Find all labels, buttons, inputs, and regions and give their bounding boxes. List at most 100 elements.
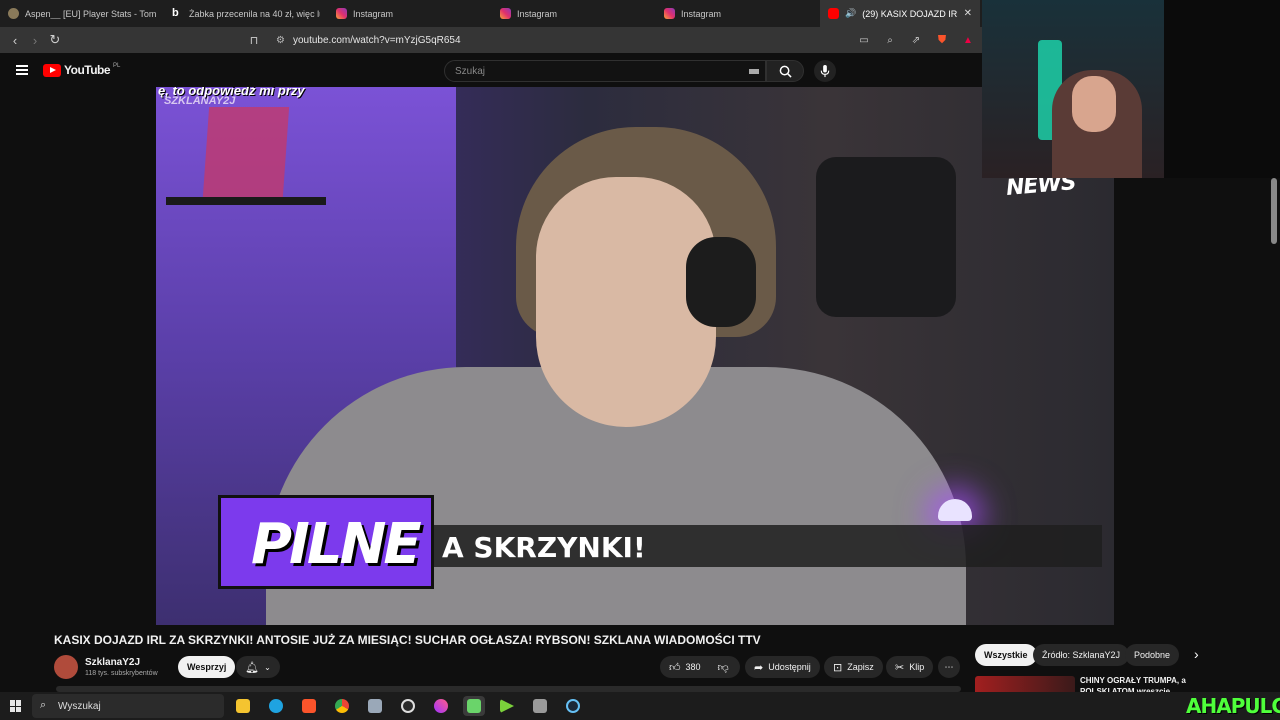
dislike-button[interactable]: 👎︎ — [718, 661, 729, 674]
share-button[interactable]: ➦ Udostępnij — [745, 656, 820, 678]
chevron-right-icon[interactable]: › — [1194, 646, 1199, 662]
tab-tomato[interactable]: Aspen__ [EU] Player Stats - Tomato.gg — [0, 0, 164, 27]
video-player[interactable]: ę, to odpowiedź mi przy SZKLANAY2J NEWS … — [156, 87, 1114, 625]
app-folder-icon[interactable] — [364, 696, 386, 716]
more-icon: ⋯ — [944, 661, 954, 672]
tab-label: Instagram — [353, 8, 394, 19]
youtube-play-icon — [43, 63, 61, 77]
close-tab-icon[interactable]: ✕ — [964, 8, 972, 19]
save-icon: ⊡ — [833, 661, 843, 674]
news-ticker: A SKRZYNKI! — [434, 525, 1102, 567]
speaker-icon[interactable]: 🔊 — [845, 8, 856, 19]
scissors-icon: ✂ — [895, 661, 905, 674]
right-dark-area — [1164, 0, 1280, 178]
tank-game-icon[interactable] — [529, 696, 551, 716]
bookmark-icon[interactable]: ⊓ — [244, 30, 264, 50]
search-button[interactable] — [766, 60, 804, 82]
b-icon: b — [172, 7, 179, 19]
save-label: Zapisz — [847, 662, 874, 672]
brave-icon[interactable] — [298, 696, 320, 716]
forward-icon[interactable]: › — [25, 30, 45, 50]
tab-zabka[interactable]: b Żabka przecenila na 40 zł, więc ludzie — [164, 0, 328, 27]
taskbar-search-label: Wyszukaj — [58, 700, 101, 712]
browser-nav-bar: ‹ › ↻ ⊓ ⚙ youtube.com/watch?v=mYzjG5qR65… — [0, 27, 982, 53]
channel-info: SzklanaY2J 118 tys. subskrybentów — [85, 657, 158, 677]
pilne-text: PILNE — [251, 512, 422, 577]
page-scrollbar[interactable] — [1271, 178, 1277, 244]
clip-button[interactable]: ✂ Klip — [886, 656, 934, 678]
reload-icon[interactable]: ↻ — [45, 30, 65, 50]
video-title: KASIX DOJAZD IRL ZA SKRZYNKI! ANTOSIE JU… — [54, 633, 761, 647]
pilne-badge: PILNE — [218, 495, 434, 589]
region-label: PL — [113, 63, 121, 69]
obs-icon[interactable] — [397, 696, 419, 716]
filter-label: Wszystkie — [984, 650, 1028, 660]
messenger-icon[interactable] — [430, 696, 452, 716]
back-icon[interactable]: ‹ — [5, 30, 25, 50]
video-lamp — [938, 499, 972, 521]
brave-shield-icon[interactable]: ⛊ — [932, 30, 952, 50]
file-explorer-icon[interactable] — [232, 696, 254, 716]
rewards-icon[interactable]: ▲ — [958, 30, 978, 50]
edge-icon[interactable] — [265, 696, 287, 716]
zoom-icon[interactable]: ⌕ — [880, 30, 900, 50]
instagram-icon — [664, 8, 675, 19]
video-watermark: SZKLANAY2J — [164, 95, 236, 107]
like-button[interactable]: 👍︎ 380 — [669, 661, 701, 674]
bell-icon: 🔔︎ — [245, 661, 260, 674]
chrome-icon[interactable] — [331, 696, 353, 716]
support-label: Wesprzyj — [187, 662, 227, 672]
support-button[interactable]: Wesprzyj — [178, 656, 236, 678]
search-icon — [779, 65, 792, 78]
channel-avatar[interactable] — [54, 655, 78, 679]
filter-label: Źródło: SzklanaY2J — [1042, 650, 1121, 660]
chevron-down-icon: ⌄ — [264, 662, 271, 672]
tab-instagram-2[interactable]: Instagram — [492, 0, 656, 27]
windows-start-icon[interactable] — [10, 700, 22, 712]
steam-icon[interactable] — [562, 696, 584, 716]
save-button[interactable]: ⊡ Zapisz — [824, 656, 883, 678]
youtube-logo[interactable]: YouTube PL — [43, 63, 120, 77]
tab-label: Aspen__ [EU] Player Stats - Tomato.gg — [25, 8, 156, 19]
hamburger-menu-icon[interactable] — [16, 65, 28, 75]
webcam-face — [1072, 76, 1116, 132]
instagram-icon — [500, 8, 511, 19]
keyboard-icon[interactable] — [749, 69, 759, 74]
notification-bell-button[interactable]: 🔔︎ ⌄ — [236, 656, 280, 678]
share-icon[interactable]: ⇗ — [906, 30, 926, 50]
youtube-icon — [828, 8, 839, 19]
instagram-icon — [336, 8, 347, 19]
filter-all[interactable]: Wszystkie — [975, 644, 1037, 666]
thumbs-down-icon: 👎︎ — [717, 661, 729, 674]
tab-label: Instagram — [681, 8, 722, 19]
photos-icon[interactable] — [463, 696, 485, 716]
tab-youtube-active[interactable]: 🔊 (29) KASIX DOJAZD IRL ZA SKRZYNKI ✕ — [820, 0, 980, 27]
overlay-sticker: AHAPULCO — [1186, 694, 1280, 718]
cast-icon[interactable]: ▭ — [854, 30, 874, 50]
search-input[interactable]: Szukaj — [444, 60, 766, 82]
like-count: 380 — [685, 662, 701, 672]
ticker-text: A SKRZYNKI! — [442, 531, 646, 564]
more-actions-button[interactable]: ⋯ — [938, 656, 960, 678]
tab-instagram-3[interactable]: Instagram — [656, 0, 820, 27]
nav-right-actions: ▭ ⌕ ⇗ ⛊ ▲ — [854, 30, 978, 50]
site-settings-icon[interactable]: ⚙ — [276, 35, 285, 46]
tab-instagram-1[interactable]: Instagram — [328, 0, 492, 27]
tomato-icon — [8, 8, 19, 19]
subscriber-count: 118 tys. subskrybentów — [85, 670, 158, 677]
voice-search-button[interactable] — [814, 60, 836, 82]
tab-label: Żabka przecenila na 40 zł, więc ludzie — [189, 8, 320, 19]
channel-name[interactable]: SzklanaY2J — [85, 657, 158, 668]
video-books — [202, 107, 290, 197]
search-icon: ⌕ — [40, 699, 47, 711]
tab-label: Instagram — [517, 8, 558, 19]
filter-similar[interactable]: Podobne — [1125, 644, 1180, 666]
thumbs-up-icon: 👍︎ — [669, 661, 681, 674]
like-dislike-group: 👍︎ 380 👎︎ — [660, 656, 740, 678]
filter-label: Podobne — [1134, 650, 1171, 660]
video-headphones — [686, 237, 756, 327]
filter-source[interactable]: Źródło: SzklanaY2J — [1033, 644, 1130, 666]
play-app-icon[interactable] — [496, 696, 518, 716]
browser-tab-bar: Aspen__ [EU] Player Stats - Tomato.gg b … — [0, 0, 982, 27]
taskbar-search[interactable]: ⌕ Wyszukaj — [32, 694, 224, 718]
